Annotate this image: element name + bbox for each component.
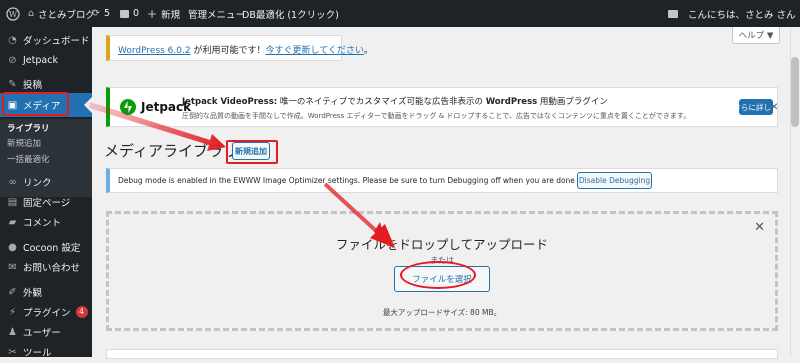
annotation-arrow-add-to-select [325,184,395,248]
annotation-arrow-media-to-add [89,102,226,151]
annotation-arrows [0,0,800,357]
